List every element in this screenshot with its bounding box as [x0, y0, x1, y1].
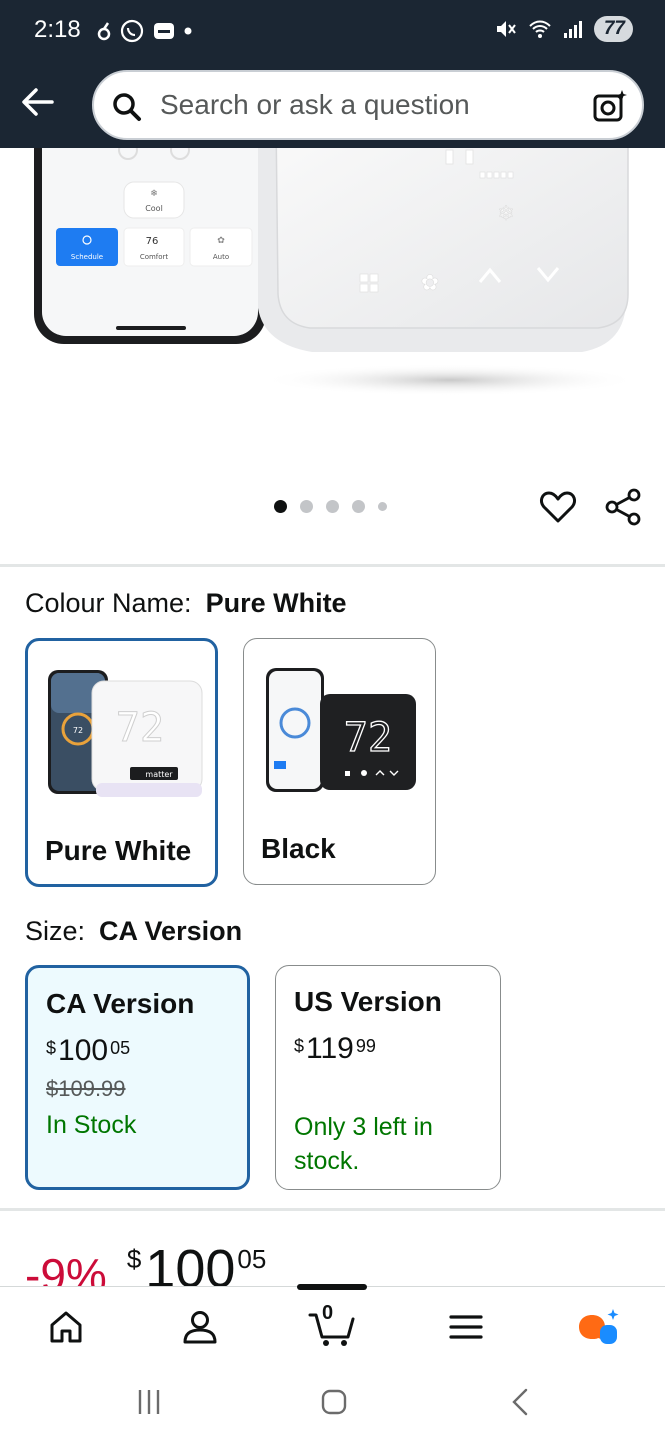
price-whole: 100 [145, 1239, 236, 1286]
account-icon[interactable] [180, 1307, 220, 1347]
size-option-us-version[interactable]: US Version $119 99 Only 3 left in stock. [275, 965, 501, 1190]
mute-icon [496, 21, 516, 37]
search-header [0, 64, 665, 148]
pure-white-label: Pure White [45, 835, 192, 866]
carousel-dot-2[interactable] [300, 500, 313, 513]
currency-symbol: $ [126, 1244, 142, 1274]
battery-indicator: 77 [593, 16, 633, 42]
phone-comfort-temp: 76 [146, 236, 159, 247]
rufus-assistant-icon[interactable] [576, 1307, 622, 1347]
camera-search-icon[interactable] [592, 88, 628, 124]
section-divider [0, 564, 665, 567]
size-label: Size: CA Version [25, 916, 242, 947]
discount-percentage: -9% [25, 1249, 107, 1286]
heart-icon[interactable] [539, 488, 577, 526]
phone-comfort-label: Comfort [140, 253, 169, 261]
search-input[interactable] [160, 72, 570, 138]
price-fraction: 99 [355, 1036, 376, 1056]
current-price: $100 05 [127, 1238, 267, 1286]
section-divider [0, 1208, 665, 1211]
menu-icon[interactable] [446, 1307, 486, 1347]
currency-symbol: $ [294, 1036, 305, 1056]
status-time: 2:18 [34, 16, 81, 43]
ca-version-price: $100 05 [46, 1034, 229, 1068]
price-fraction: 05 [110, 1038, 131, 1058]
colour-option-black[interactable]: 72 Black [243, 638, 436, 885]
back-arrow-icon[interactable] [18, 82, 58, 122]
carousel-dots[interactable] [274, 500, 387, 513]
back-button-icon[interactable] [508, 1386, 532, 1418]
wifi-icon [529, 20, 551, 38]
carousel-dot-5[interactable] [378, 502, 387, 511]
search-icon [113, 93, 141, 121]
ca-version-list-price: $109.99 [46, 1076, 126, 1101]
system-navigation-bar [0, 1366, 665, 1440]
size-option-ca-version[interactable]: CA Version $100 05 $109.99 In Stock [25, 965, 250, 1190]
product-image-carousel[interactable]: ❄ Cool Schedule 76 Comfort ✿ Auto ❄ ✿ [0, 148, 665, 478]
black-label: Black [261, 833, 336, 864]
dot-icon [184, 27, 192, 35]
matter-badge: matter [145, 770, 173, 779]
message-icon [154, 23, 174, 39]
size-selected-value: CA Version [99, 916, 243, 946]
whatsapp-icon [120, 19, 144, 43]
black-temp: 72 [344, 715, 392, 761]
price-fraction: 05 [237, 1244, 267, 1274]
us-version-stock: Only 3 left in stock. [294, 1113, 433, 1175]
search-bar[interactable] [92, 70, 644, 140]
price-whole: 119 [306, 1032, 354, 1065]
ca-version-title: CA Version [46, 988, 195, 1019]
cart-count: 0 [322, 1302, 334, 1324]
colour-name-label: Colour Name: Pure White [25, 588, 347, 619]
notification-app-icon [97, 22, 111, 41]
phone-auto-label: Auto [213, 253, 229, 261]
ca-version-stock: In Stock [46, 1111, 137, 1139]
phone-schedule-label: Schedule [71, 253, 103, 261]
system-icons: 77 [494, 16, 633, 42]
us-version-title: US Version [294, 986, 442, 1017]
colour-label-text: Colour Name: [25, 588, 192, 618]
signal-icon [563, 21, 582, 38]
cart-active-indicator [297, 1284, 367, 1290]
colour-option-pure-white[interactable]: 72 72 matter Pure White [25, 638, 218, 887]
status-bar: 2:18 77 [0, 0, 665, 64]
product-image: ❄ Cool Schedule 76 Comfort ✿ Auto ❄ ✿ [34, 148, 640, 396]
carousel-dot-3[interactable] [326, 500, 339, 513]
carousel-dot-4[interactable] [352, 500, 365, 513]
price-whole: 100 [58, 1034, 109, 1067]
black-thumbnail: 72 [266, 668, 416, 792]
size-label-text: Size: [25, 916, 86, 946]
pure-white-temp: 72 [116, 705, 164, 751]
recent-apps-icon[interactable] [136, 1386, 162, 1418]
svg-text:❄: ❄ [150, 189, 158, 199]
pure-white-thumbnail: 72 72 matter [48, 670, 203, 797]
phone-cool-label: Cool [145, 204, 163, 213]
home-button-icon[interactable] [320, 1386, 348, 1418]
us-version-price: $119 99 [294, 1032, 482, 1066]
price-summary: -9% $100 05 [25, 1238, 645, 1286]
pure-white-phone-temp: 72 [73, 726, 83, 735]
svg-text:❄: ❄ [498, 201, 515, 225]
carousel-dot-1[interactable] [274, 500, 287, 513]
bottom-navigation [0, 1284, 665, 1366]
home-icon[interactable] [46, 1307, 86, 1347]
currency-symbol: $ [46, 1038, 57, 1058]
colour-selected-value: Pure White [205, 588, 347, 618]
notification-icons [96, 19, 192, 43]
svg-text:✿: ✿ [421, 271, 439, 296]
svg-text:✿: ✿ [217, 236, 225, 246]
share-icon[interactable] [604, 488, 642, 526]
